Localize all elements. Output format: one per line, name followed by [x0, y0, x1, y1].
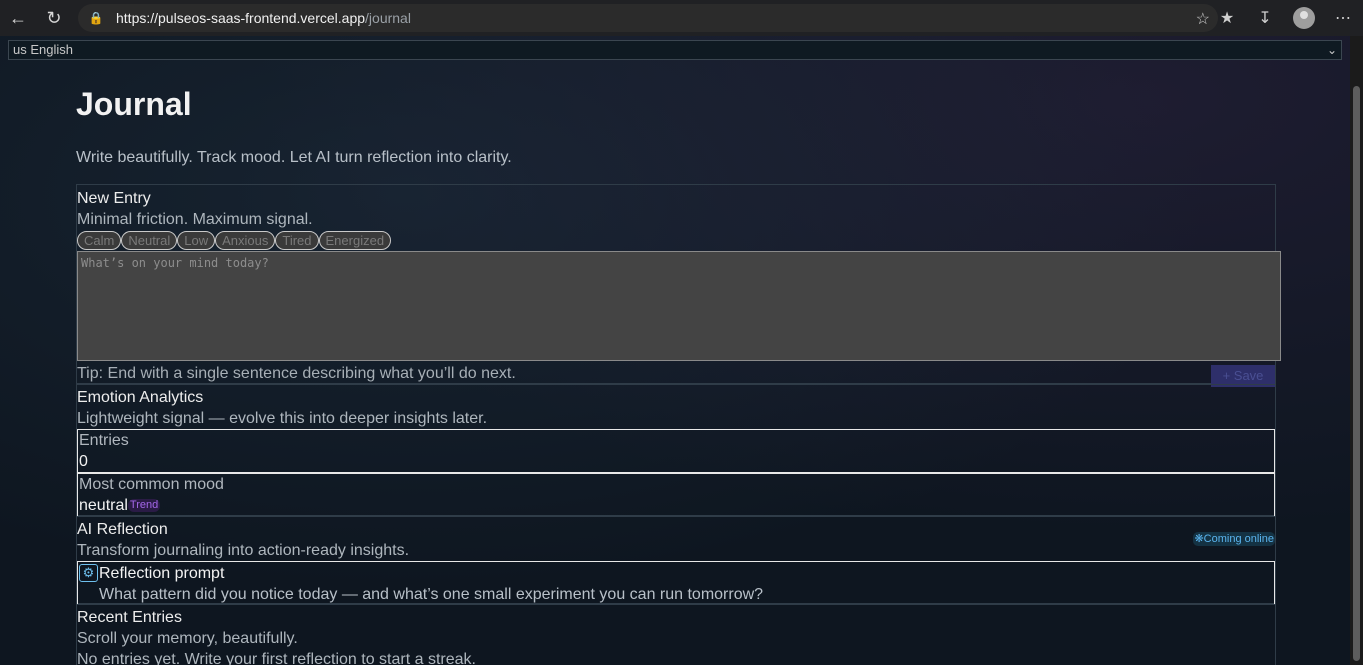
mood-anxious[interactable]: Anxious: [215, 231, 276, 250]
star-icon[interactable]: ☆: [1196, 9, 1210, 29]
more-icon[interactable]: ⋯: [1333, 8, 1353, 28]
mood-calm[interactable]: Calm: [77, 231, 122, 250]
lock-icon[interactable]: 🔒: [88, 10, 104, 26]
browser-toolbar: ← ↻ 🔒 https://pulseos-saas-frontend.verc…: [0, 0, 1363, 36]
analytics-title: Emotion Analytics: [77, 389, 204, 406]
profile-icon[interactable]: [1293, 7, 1315, 29]
entries-value: 0: [79, 453, 88, 470]
language-selected: us English: [13, 42, 73, 57]
mood-selector: Calm Neutral Low Anxious Tired Energized: [77, 231, 1275, 250]
reload-icon[interactable]: ↻: [36, 0, 72, 36]
recent-entries-card: Recent Entries Scroll your memory, beaut…: [76, 604, 1276, 665]
mood-value-row: neutral Trend: [78, 495, 1274, 516]
journal-textarea[interactable]: What’s on your mind today?: [77, 251, 1281, 361]
ai-reflection-subtitle: Transform journaling into action-ready i…: [77, 542, 410, 559]
recent-empty: No entries yet. Write your first reflect…: [77, 651, 476, 665]
mood-low[interactable]: Low: [177, 231, 216, 250]
mood-stat: Most common mood neutral Trend: [77, 473, 1275, 517]
emotion-analytics-card: Emotion Analytics Lightweight signal — e…: [76, 384, 1276, 517]
new-entry-title: New Entry: [77, 190, 151, 207]
new-entry-card: New Entry Minimal friction. Maximum sign…: [76, 184, 1281, 387]
language-select[interactable]: us English ⌄: [8, 40, 1342, 60]
prompt-title: Reflection prompt: [99, 565, 225, 582]
download-icon[interactable]: ↧: [1255, 8, 1275, 28]
tip-text: Tip: End with a single sentence describi…: [77, 365, 516, 382]
ai-reflection-title: AI Reflection: [77, 521, 168, 538]
address-bar[interactable]: 🔒 https://pulseos-saas-frontend.vercel.a…: [78, 4, 1218, 32]
prompt-text: What pattern did you notice today — and …: [99, 586, 764, 603]
favorites-icon[interactable]: ★: [1217, 8, 1237, 28]
trend-badge: Trend: [127, 499, 161, 513]
mood-value: neutral: [79, 497, 128, 514]
brain-icon: ⚙: [79, 564, 98, 582]
journal-placeholder: What’s on your mind today?: [81, 256, 269, 270]
new-entry-subtitle: Minimal friction. Maximum signal.: [77, 211, 313, 228]
url-host: https://pulseos-saas-frontend.vercel.app: [116, 10, 366, 26]
ai-reflection-card: AI Reflection Transform journaling into …: [76, 516, 1276, 605]
scrollbar[interactable]: [1350, 36, 1363, 665]
mood-neutral[interactable]: Neutral: [121, 231, 178, 250]
coming-online-label: Coming online: [1203, 533, 1274, 545]
page-title: Journal: [76, 86, 192, 122]
coming-online-badge: ❋Coming online: [1193, 532, 1275, 546]
analytics-subtitle: Lightweight signal — evolve this into de…: [77, 410, 488, 427]
entries-stat: Entries 0: [77, 429, 1275, 473]
recent-title: Recent Entries: [77, 609, 182, 626]
mood-tired[interactable]: Tired: [275, 231, 319, 250]
scrollbar-thumb[interactable]: [1353, 86, 1360, 661]
mood-label: Most common mood: [79, 476, 224, 493]
entries-label: Entries: [79, 432, 129, 449]
recent-subtitle: Scroll your memory, beautifully.: [77, 630, 298, 647]
url-path: /journal: [365, 10, 411, 26]
page: us English ⌄ Journal Write beautifully. …: [0, 36, 1350, 665]
mood-energized[interactable]: Energized: [318, 231, 392, 250]
reflection-prompt: ⚙ Reflection prompt What pattern did you…: [77, 561, 1275, 605]
chevron-down-icon: ⌄: [1326, 43, 1337, 57]
page-subtitle: Write beautifully. Track mood. Let AI tu…: [76, 149, 512, 166]
back-icon[interactable]: ←: [0, 0, 36, 36]
sparkle-icon: ❋: [1194, 533, 1204, 545]
